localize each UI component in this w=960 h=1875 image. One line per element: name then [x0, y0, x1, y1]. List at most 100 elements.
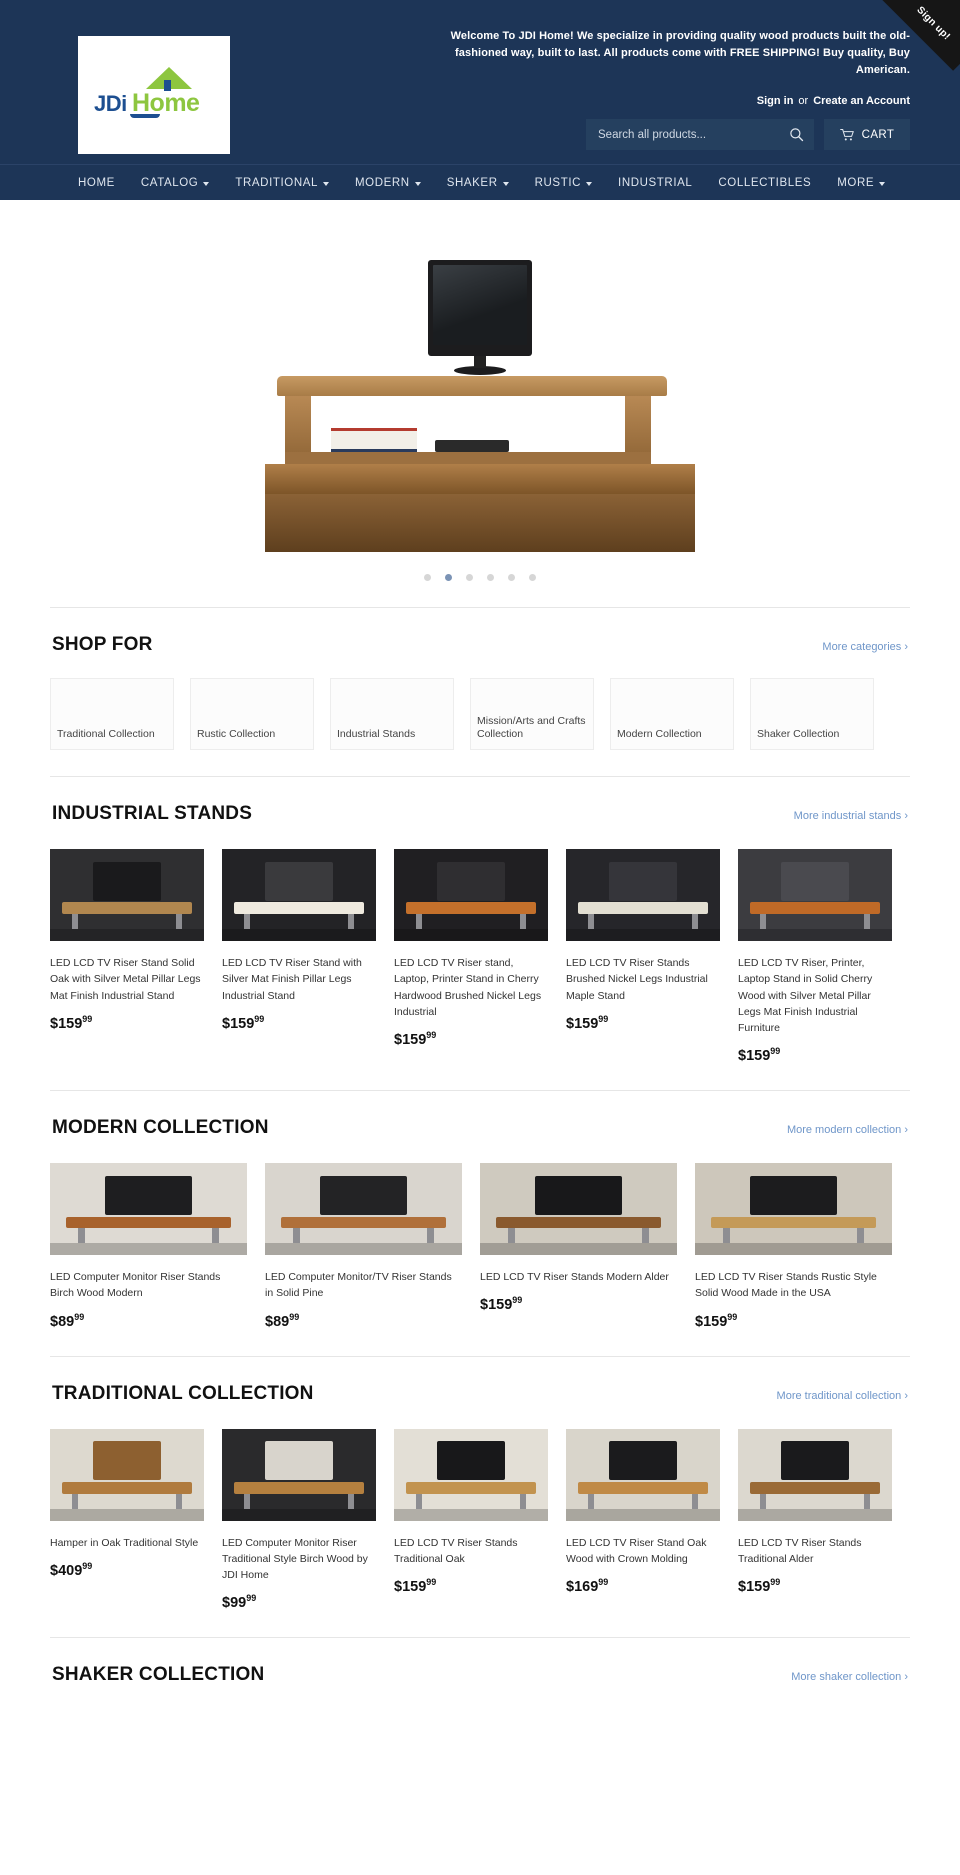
nav-item-modern[interactable]: MODERN	[355, 177, 421, 189]
product-image[interactable]	[50, 1163, 247, 1256]
product-price-cents: 99	[426, 1030, 437, 1041]
product-card[interactable]: LED LCD TV Riser Stand Solid Oak with Si…	[50, 849, 222, 1064]
product-title[interactable]: LED LCD TV Riser Stands Traditional Oak	[394, 1535, 548, 1568]
nav-item-catalog[interactable]: CATALOG	[141, 177, 210, 189]
main-navigation: HOME CATALOG TRADITIONAL MODERN SHAKER RUSTIC…	[0, 164, 960, 200]
product-card[interactable]: LED Computer Monitor Riser Traditional S…	[222, 1428, 394, 1611]
product-image[interactable]	[695, 1163, 892, 1256]
product-title[interactable]: LED Computer Monitor Riser Traditional S…	[222, 1535, 376, 1584]
category-tile-label: Modern Collection	[617, 727, 702, 740]
sign-in-link[interactable]: Sign in	[757, 95, 794, 107]
carousel-dot-5[interactable]	[508, 574, 515, 581]
product-title[interactable]: Hamper in Oak Traditional Style	[50, 1535, 204, 1551]
product-card[interactable]: Hamper in Oak Traditional Style $40999	[50, 1428, 222, 1612]
chevron-down-icon	[203, 182, 210, 186]
product-card[interactable]: LED LCD TV Riser Stands Brushed Nickel L…	[566, 849, 738, 1064]
cart-button[interactable]: CART	[824, 119, 910, 151]
welcome-message: Welcome To JDI Home! We specialize in pr…	[450, 30, 910, 77]
hero-slide-image[interactable]	[265, 228, 695, 552]
product-image[interactable]	[738, 849, 892, 941]
carousel-dot-6[interactable]	[529, 574, 536, 581]
product-card[interactable]: LED Computer Monitor Riser Stands Birch …	[50, 1163, 265, 1330]
product-price-cents: 99	[74, 1311, 85, 1322]
product-card[interactable]: LED Computer Monitor/TV Riser Stands in …	[265, 1163, 480, 1330]
product-image[interactable]	[222, 849, 376, 941]
product-title[interactable]: LED LCD TV Riser Stands Modern Alder	[480, 1269, 677, 1285]
product-price: $15999	[738, 1046, 892, 1064]
product-card[interactable]: LED LCD TV Riser Stand with Silver Mat F…	[222, 849, 394, 1064]
product-card[interactable]: LED LCD TV Riser Stand Oak Wood with Cro…	[566, 1428, 738, 1612]
carousel-dot-1[interactable]	[424, 574, 431, 581]
product-price-amount: $159	[394, 1031, 427, 1048]
section-more-link[interactable]: More traditional collection ›	[777, 1390, 908, 1402]
product-card[interactable]: LED LCD TV Riser Stands Rustic Style Sol…	[695, 1163, 910, 1330]
product-image[interactable]	[394, 1428, 548, 1521]
product-price: $9999	[222, 1593, 376, 1611]
product-title[interactable]: LED LCD TV Riser Stands Traditional Alde…	[738, 1535, 892, 1568]
section-title: INDUSTRIAL STANDS	[52, 803, 253, 824]
product-card[interactable]: LED LCD TV Riser Stands Traditional Alde…	[738, 1428, 910, 1612]
product-title[interactable]: LED LCD TV Riser Stand Solid Oak with Si…	[50, 955, 204, 1004]
product-image[interactable]	[566, 1428, 720, 1521]
product-title[interactable]: LED LCD TV Riser Stand Oak Wood with Cro…	[566, 1535, 720, 1568]
product-price-cents: 99	[727, 1311, 738, 1322]
product-card[interactable]: LED LCD TV Riser Stands Traditional Oak $…	[394, 1428, 566, 1612]
section-more-link[interactable]: More industrial stands ›	[794, 810, 908, 822]
chevron-down-icon	[502, 182, 509, 186]
site-logo[interactable]: JDi Home	[78, 36, 230, 154]
category-tile-4[interactable]: Modern Collection	[610, 678, 734, 750]
category-tile-label: Shaker Collection	[757, 727, 840, 740]
nav-item-shaker[interactable]: SHAKER	[447, 177, 509, 189]
more-categories-link[interactable]: More categories ›	[822, 641, 908, 653]
product-price-amount: $159	[222, 1015, 255, 1032]
product-title[interactable]: LED Computer Monitor Riser Stands Birch …	[50, 1269, 247, 1302]
section-title: SHAKER COLLECTION	[52, 1664, 265, 1686]
product-row: LED Computer Monitor Riser Stands Birch …	[50, 1163, 910, 1330]
product-image[interactable]	[394, 849, 548, 941]
carousel-dots[interactable]	[50, 574, 910, 581]
category-tile-1[interactable]: Rustic Collection	[190, 678, 314, 750]
category-tile-2[interactable]: Industrial Stands	[330, 678, 454, 750]
category-tile-0[interactable]: Traditional Collection	[50, 678, 174, 750]
product-price: $15999	[695, 1312, 892, 1330]
product-section-2: TRADITIONAL COLLECTION More traditional c…	[50, 1357, 910, 1612]
product-title[interactable]: LED LCD TV Riser Stands Rustic Style Sol…	[695, 1269, 892, 1302]
nav-item-label: HOME	[78, 177, 115, 189]
product-image[interactable]	[50, 1428, 204, 1521]
search-bar[interactable]	[586, 119, 814, 151]
product-card[interactable]: LED LCD TV Riser stand, Laptop, Printer …	[394, 849, 566, 1064]
nav-item-more[interactable]: MORE	[837, 177, 886, 189]
section-more-link[interactable]: More shaker collection ›	[791, 1671, 908, 1683]
product-image[interactable]	[738, 1428, 892, 1521]
nav-item-traditional[interactable]: TRADITIONAL	[235, 177, 329, 189]
nav-item-collectibles[interactable]: COLLECTIBLES	[718, 177, 811, 189]
search-input[interactable]	[598, 128, 787, 141]
product-price-amount: $159	[566, 1015, 599, 1032]
product-title[interactable]: LED Computer Monitor/TV Riser Stands in …	[265, 1269, 462, 1302]
category-tile-5[interactable]: Shaker Collection	[750, 678, 874, 750]
section-more-link[interactable]: More modern collection ›	[787, 1124, 908, 1136]
category-tile-3[interactable]: Mission/Arts and Crafts Collection	[470, 678, 594, 750]
product-card[interactable]: LED LCD TV Riser, Printer, Laptop Stand …	[738, 849, 910, 1064]
product-price-amount: $159	[50, 1015, 83, 1032]
product-card[interactable]: LED LCD TV Riser Stands Modern Alder $159…	[480, 1163, 695, 1329]
nav-item-industrial[interactable]: INDUSTRIAL	[618, 177, 692, 189]
product-image[interactable]	[566, 849, 720, 941]
product-image[interactable]	[222, 1428, 376, 1521]
product-title[interactable]: LED LCD TV Riser Stand with Silver Mat F…	[222, 955, 376, 1004]
search-button[interactable]	[787, 127, 806, 142]
product-title[interactable]: LED LCD TV Riser, Printer, Laptop Stand …	[738, 955, 892, 1036]
product-title[interactable]: LED LCD TV Riser stand, Laptop, Printer …	[394, 955, 548, 1020]
product-price-cents: 99	[512, 1295, 523, 1306]
nav-item-home[interactable]: HOME	[78, 177, 115, 189]
product-image[interactable]	[265, 1163, 462, 1256]
carousel-dot-3[interactable]	[466, 574, 473, 581]
product-title[interactable]: LED LCD TV Riser Stands Brushed Nickel L…	[566, 955, 720, 1004]
product-image[interactable]	[50, 849, 204, 941]
carousel-dot-4[interactable]	[487, 574, 494, 581]
nav-item-rustic[interactable]: RUSTIC	[535, 177, 593, 189]
carousel-dot-2[interactable]	[445, 574, 452, 581]
product-image[interactable]	[480, 1163, 677, 1256]
create-account-link[interactable]: Create an Account	[813, 95, 910, 107]
product-price: $15999	[566, 1014, 720, 1032]
